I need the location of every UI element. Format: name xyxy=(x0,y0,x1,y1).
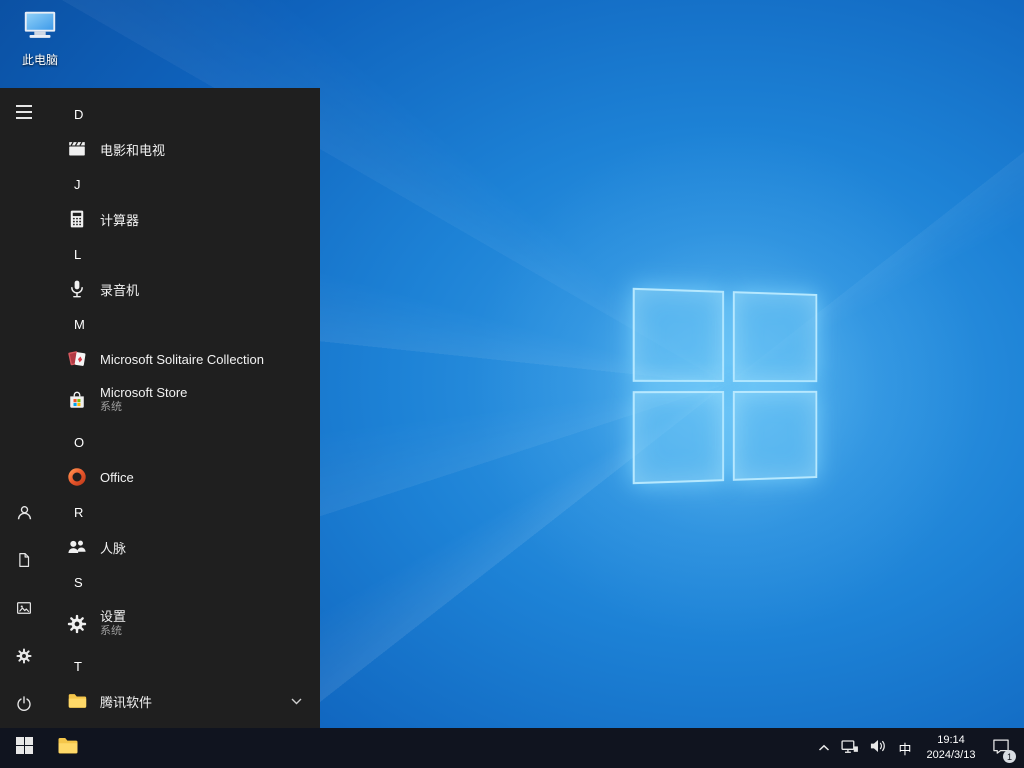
app-folder-tencent[interactable]: 腾讯软件 xyxy=(48,684,320,718)
account-icon[interactable] xyxy=(0,488,48,536)
movies-tv-icon xyxy=(64,136,90,162)
app-solitaire[interactable]: Microsoft Solitaire Collection xyxy=(48,342,320,376)
app-movies-tv[interactable]: 电影和电视 xyxy=(48,132,320,166)
logo-pane xyxy=(732,291,817,381)
app-label: Office xyxy=(100,470,134,485)
office-icon xyxy=(64,464,90,490)
calculator-icon xyxy=(64,206,90,232)
desktop-icon-label: 此电脑 xyxy=(8,51,72,68)
app-label: 人脉 xyxy=(100,538,126,557)
ime-label: 中 xyxy=(898,739,911,758)
app-microsoft-store[interactable]: Microsoft Store 系统 xyxy=(48,376,320,424)
settings-icon[interactable] xyxy=(0,632,48,680)
power-icon[interactable] xyxy=(0,680,48,728)
app-label: 腾讯软件 xyxy=(100,692,152,711)
app-label: Microsoft Solitaire Collection xyxy=(100,352,264,367)
start-menu-rail xyxy=(0,88,48,728)
ime-indicator[interactable]: 中 xyxy=(892,728,918,768)
section-letter-j[interactable]: J xyxy=(48,166,320,202)
people-icon xyxy=(64,534,90,560)
start-menu: D 电影和电视 J 计算器 L 录音机 M Microsoft Solitair… xyxy=(0,88,320,728)
solitaire-icon xyxy=(64,346,90,372)
start-app-list: D 电影和电视 J 计算器 L 录音机 M Microsoft Solitair… xyxy=(48,88,320,728)
start-button[interactable] xyxy=(0,728,48,768)
speaker-icon xyxy=(868,736,888,761)
documents-icon[interactable] xyxy=(0,536,48,584)
store-icon xyxy=(64,387,90,413)
file-explorer-icon xyxy=(56,734,80,763)
pictures-icon[interactable] xyxy=(0,584,48,632)
windows-desktop: 此电脑 D 电影和电视 J 计算器 L 录音机 M Microsoft Soli… xyxy=(0,0,1024,768)
clock-date: 2024/3/13 xyxy=(927,748,976,763)
app-settings[interactable]: 设置 系统 xyxy=(48,600,320,648)
app-sublabel: 系统 xyxy=(100,401,187,415)
section-letter-r[interactable]: R xyxy=(48,494,320,530)
this-pc-icon xyxy=(21,31,59,48)
windows-logo-icon xyxy=(16,737,33,759)
system-tray: 中 19:14 2024/3/13 1 xyxy=(812,728,1024,768)
app-sublabel: 系统 xyxy=(100,625,126,639)
section-letter-o[interactable]: O xyxy=(48,424,320,460)
logo-pane xyxy=(633,288,724,382)
app-office[interactable]: Office xyxy=(48,460,320,494)
chevron-up-icon xyxy=(818,739,830,757)
file-explorer-button[interactable] xyxy=(48,728,88,768)
taskbar: 中 19:14 2024/3/13 1 xyxy=(0,728,1024,768)
section-letter-d[interactable]: D xyxy=(48,96,320,132)
settings-icon xyxy=(64,611,90,637)
app-label: 设置 xyxy=(100,609,126,625)
app-calculator[interactable]: 计算器 xyxy=(48,202,320,236)
chevron-down-icon[interactable] xyxy=(291,698,302,705)
app-label: 录音机 xyxy=(100,280,139,299)
app-voice-recorder[interactable]: 录音机 xyxy=(48,272,320,306)
section-letter-s[interactable]: S xyxy=(48,564,320,600)
clock-time: 19:14 xyxy=(937,733,965,748)
logo-pane xyxy=(732,390,817,480)
hamburger-icon[interactable] xyxy=(0,88,48,136)
voice-recorder-icon xyxy=(64,276,90,302)
volume-button[interactable] xyxy=(864,728,892,768)
notification-badge: 1 xyxy=(1003,750,1016,763)
app-label: 计算器 xyxy=(100,210,139,229)
app-people[interactable]: 人脉 xyxy=(48,530,320,564)
action-center-button[interactable]: 1 xyxy=(984,728,1018,768)
logo-pane xyxy=(633,391,724,485)
network-button[interactable] xyxy=(836,728,864,768)
section-letter-m[interactable]: M xyxy=(48,306,320,342)
desktop-icon-this-pc[interactable]: 此电脑 xyxy=(8,6,72,68)
section-letter-t[interactable]: T xyxy=(48,648,320,684)
app-label: Microsoft Store xyxy=(100,385,187,401)
tray-expand-button[interactable] xyxy=(812,728,836,768)
app-label: 电影和电视 xyxy=(100,140,165,159)
taskbar-clock[interactable]: 19:14 2024/3/13 xyxy=(918,728,984,768)
windows-hero-logo xyxy=(633,288,818,484)
folder-icon xyxy=(64,688,90,714)
network-icon xyxy=(840,736,860,761)
section-letter-l[interactable]: L xyxy=(48,236,320,272)
section-letter-w[interactable]: W xyxy=(48,718,320,728)
rail-bottom-group xyxy=(0,488,48,728)
